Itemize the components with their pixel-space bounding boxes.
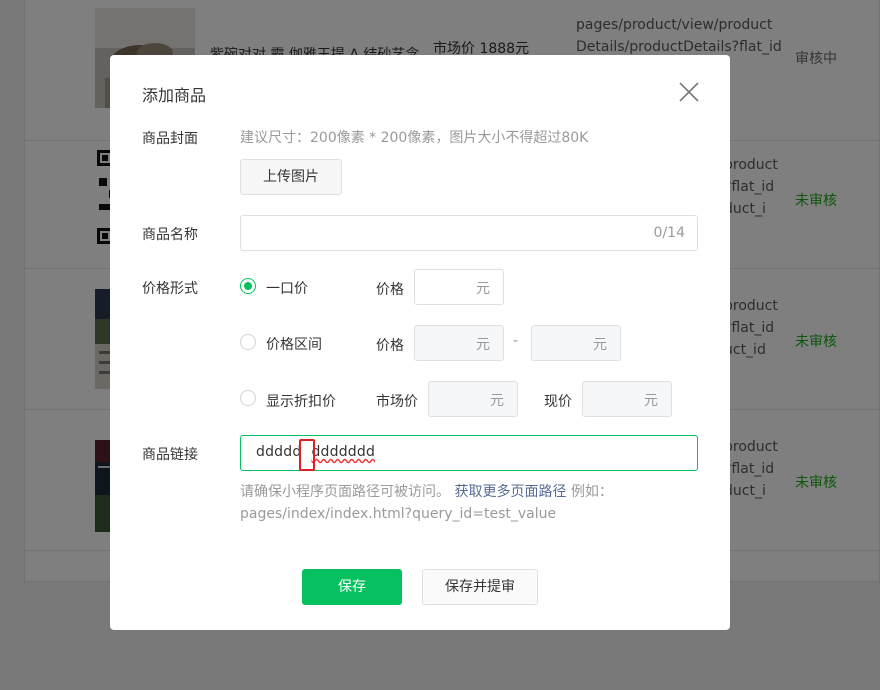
- cover-label: 商品封面: [142, 131, 198, 147]
- price-label: 价格: [376, 338, 404, 354]
- add-product-dialog: 添加商品 商品封面 建议尺寸：200像素 * 200像素，图片大小不得超过80K…: [110, 55, 730, 630]
- save-and-submit-button[interactable]: 保存并提审: [422, 569, 538, 605]
- fixed-price-input[interactable]: 元: [414, 269, 504, 305]
- cursor-highlight-box: [299, 439, 315, 471]
- name-char-counter: 0/14: [653, 225, 685, 241]
- dialog-title: 添加商品: [142, 86, 207, 105]
- unit-label: 元: [476, 337, 490, 353]
- link-label: 商品链接: [142, 447, 198, 463]
- market-price-label: 市场价: [376, 394, 418, 410]
- current-price-input[interactable]: 元: [582, 381, 672, 417]
- name-label: 商品名称: [142, 227, 198, 243]
- range-separator: -: [513, 333, 519, 349]
- radio-fixed-price-label[interactable]: 一口价: [266, 278, 308, 298]
- more-paths-link[interactable]: 获取更多页面路径: [454, 484, 566, 500]
- save-button[interactable]: 保存: [302, 569, 402, 605]
- radio-price-range[interactable]: [240, 334, 256, 350]
- close-icon[interactable]: [677, 80, 701, 104]
- unit-label: 元: [644, 393, 658, 409]
- upload-image-button[interactable]: 上传图片: [240, 159, 342, 195]
- link-hint: 请确保小程序页面路径可被访问。 获取更多页面路径 例如：pages/index/…: [240, 484, 613, 522]
- cover-hint: 建议尺寸：200像素 * 200像素，图片大小不得超过80K: [240, 130, 589, 146]
- market-price-input[interactable]: 元: [428, 381, 518, 417]
- unit-label: 元: [490, 393, 504, 409]
- range-min-input[interactable]: 元: [414, 325, 504, 361]
- radio-fixed-price[interactable]: [240, 278, 256, 294]
- radio-price-range-label[interactable]: 价格区间: [266, 334, 322, 354]
- radio-discount-price-label[interactable]: 显示折扣价: [266, 391, 336, 411]
- price-label: 价格: [376, 282, 404, 298]
- product-link-input[interactable]: ddddd ddddddd: [240, 435, 698, 471]
- price-type-label: 价格形式: [142, 281, 198, 297]
- unit-label: 元: [593, 337, 607, 353]
- link-input-value: ddddd ddddddd: [256, 444, 376, 460]
- current-price-label: 现价: [544, 394, 572, 410]
- range-max-input[interactable]: 元: [531, 325, 621, 361]
- unit-label: 元: [476, 281, 490, 297]
- radio-discount-price[interactable]: [240, 390, 256, 406]
- product-name-input[interactable]: 0/14: [240, 215, 698, 251]
